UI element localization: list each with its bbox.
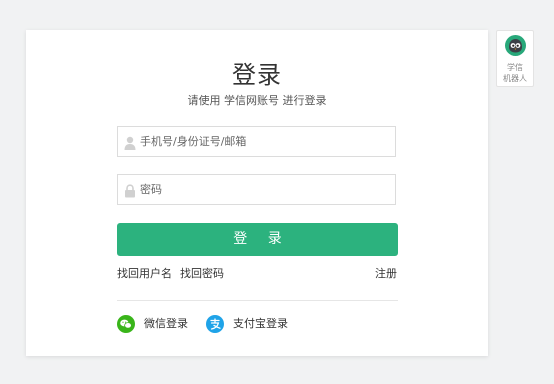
register-link[interactable]: 注册 (375, 266, 397, 282)
wechat-icon (117, 315, 135, 333)
password-placeholder: 密码 (140, 183, 162, 196)
robot-label-line2: 机器人 (503, 74, 527, 83)
page-title: 登录 (232, 61, 282, 89)
divider (117, 300, 398, 301)
login-card: 登录 请使用 学信网账号 进行登录 手机号/身份证号/邮箱 密码 登 录 找回用… (26, 30, 488, 356)
wechat-login-label: 微信登录 (144, 317, 188, 330)
phone-id-email-input[interactable]: 手机号/身份证号/邮箱 (117, 126, 396, 157)
user-icon (124, 135, 136, 150)
find-password-link[interactable]: 找回密码 (180, 266, 224, 282)
alipay-login-label: 支付宝登录 (233, 317, 288, 330)
robot-label-line1: 学信 (507, 63, 523, 72)
phone-id-email-placeholder: 手机号/身份证号/邮箱 (140, 135, 247, 148)
xuexin-robot-button[interactable]: 学信 机器人 (496, 30, 534, 87)
login-subtitle: 请使用 学信网账号 进行登录 (187, 94, 327, 107)
robot-avatar-icon (505, 35, 526, 56)
robot-label: 学信 机器人 (497, 62, 533, 84)
lock-icon (124, 183, 136, 198)
password-input[interactable]: 密码 (117, 174, 396, 205)
find-username-link[interactable]: 找回用户名 (117, 266, 172, 282)
login-button[interactable]: 登 录 (117, 223, 398, 256)
alipay-icon (206, 315, 224, 333)
